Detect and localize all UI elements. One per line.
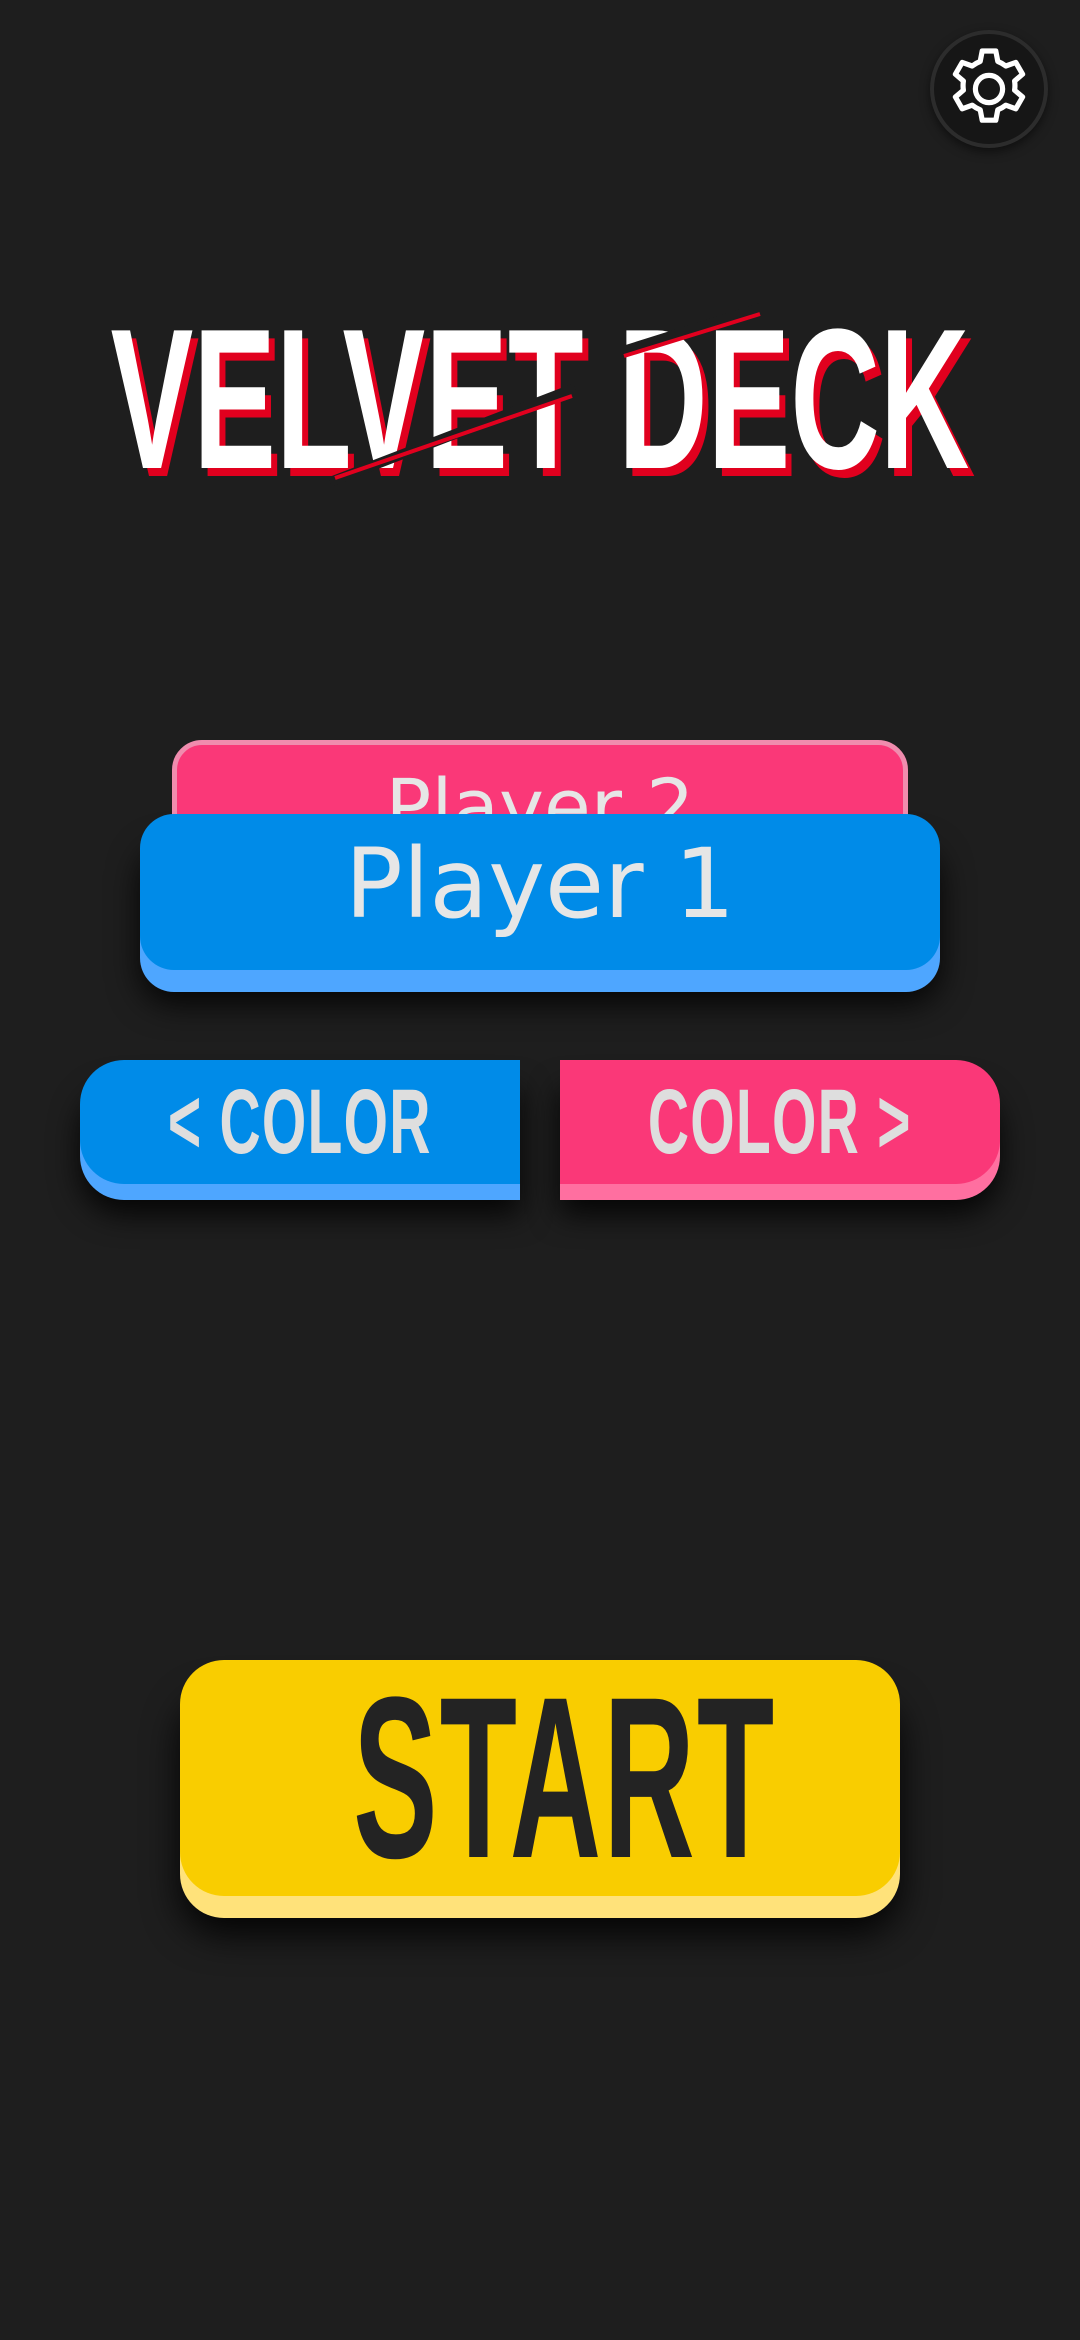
gear-icon [952,48,1026,123]
color-next-button[interactable]: COLOR > [560,1060,1000,1184]
color-prev-button[interactable]: < COLOR [80,1060,520,1184]
game-logo: VELVET DECK VELVET DECK [0,300,1080,500]
start-label: START [353,1649,777,1906]
game-menu-screen: VELVET DECK VELVET DECK Player 2 Player … [0,0,1080,2340]
settings-button[interactable] [930,30,1048,148]
start-button[interactable]: START [180,1660,900,1896]
color-prev-label: < COLOR [168,1071,432,1173]
player-1-card[interactable]: Player 1 [140,814,940,970]
color-next-label: COLOR > [648,1071,912,1173]
